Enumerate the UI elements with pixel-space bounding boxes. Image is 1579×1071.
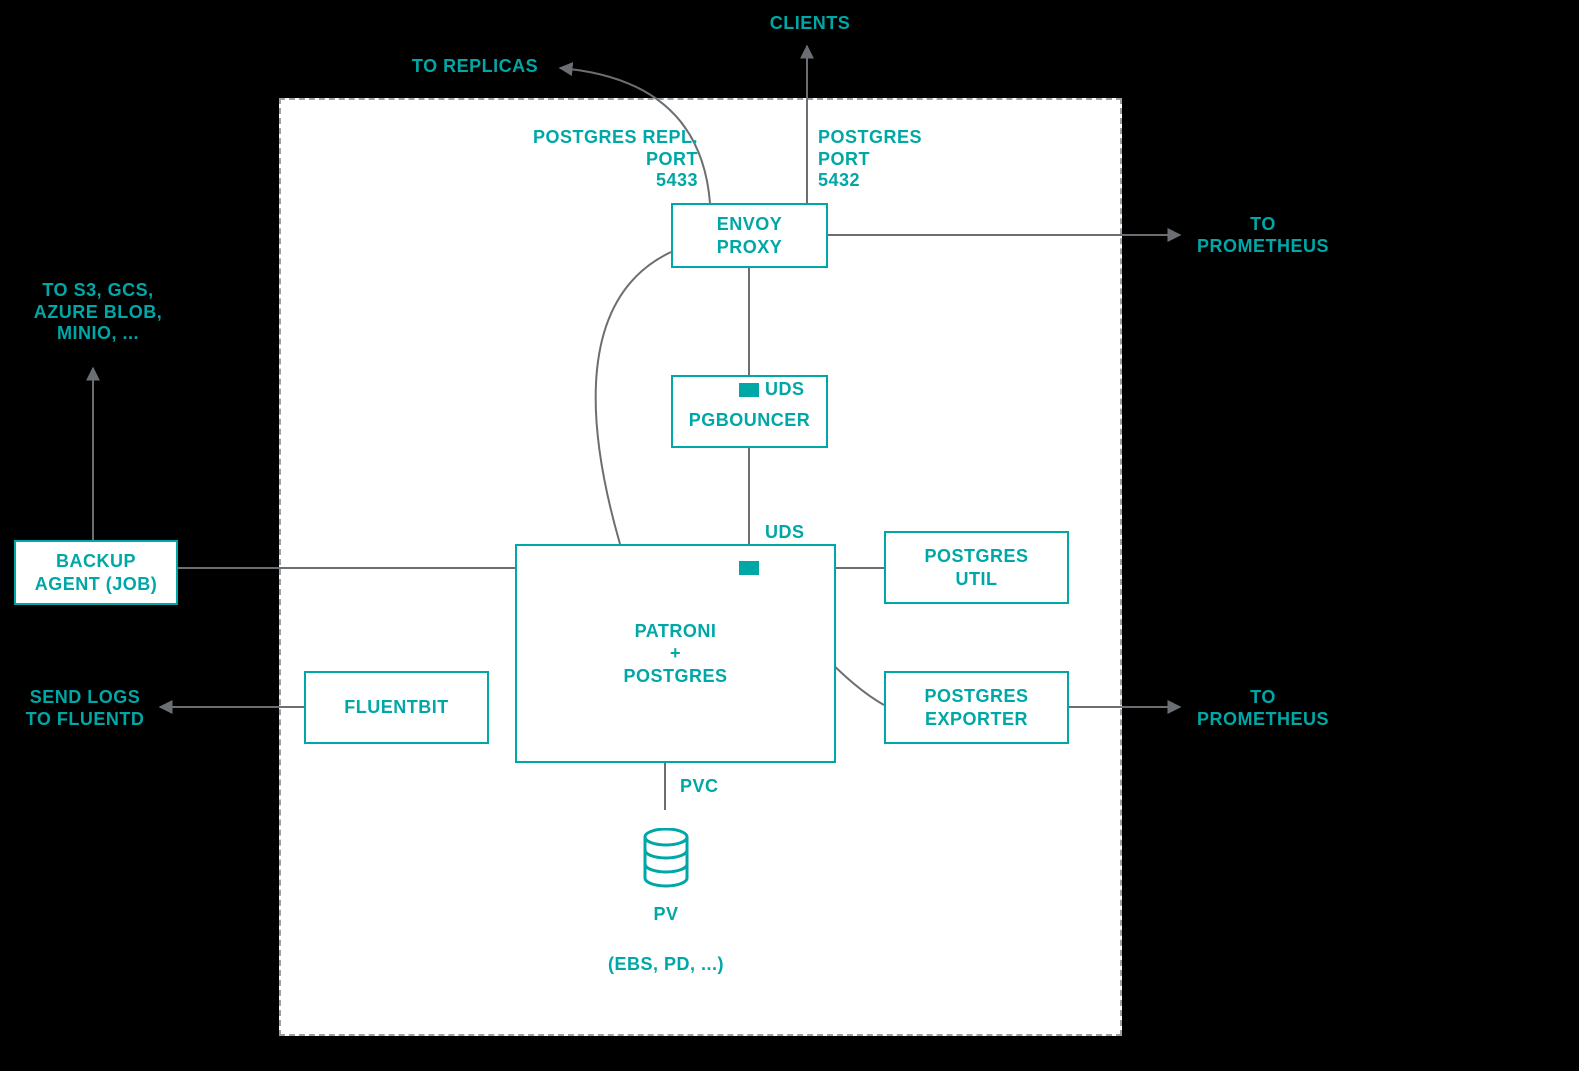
storage-cylinder-icon <box>641 828 691 888</box>
label-to-prometheus-bottom: TO PROMETHEUS <box>1193 687 1333 730</box>
uds-port-pgbouncer-icon <box>739 383 759 397</box>
label-clients: CLIENTS <box>765 13 855 35</box>
label-to-s3: TO S3, GCS, AZURE BLOB, MINIO, ... <box>28 280 168 345</box>
box-patroni-postgres: PATRONI + POSTGRES <box>515 544 836 763</box>
label-pv: PV <box>636 904 696 926</box>
label-repl-port: POSTGRES REPL. PORT 5433 <box>478 127 698 192</box>
uds-port-patroni-icon <box>739 561 759 575</box>
box-fluentbit: FLUENTBIT <box>304 671 489 744</box>
box-postgres-util: POSTGRES UTIL <box>884 531 1069 604</box>
label-to-prometheus-top: TO PROMETHEUS <box>1193 214 1333 257</box>
box-backup-agent: BACKUP AGENT (JOB) <box>14 540 178 605</box>
label-pv-note: (EBS, PD, ...) <box>596 954 736 976</box>
label-uds-pgbouncer: UDS <box>765 379 815 401</box>
label-pg-port: POSTGRES PORT 5432 <box>818 127 978 192</box>
label-send-logs: SEND LOGS TO FLUENTD <box>20 687 150 730</box>
label-to-replicas: TO REPLICAS <box>395 56 555 78</box>
box-postgres-exporter: POSTGRES EXPORTER <box>884 671 1069 744</box>
label-pvc: PVC <box>680 776 730 798</box>
box-envoy-proxy: ENVOY PROXY <box>671 203 828 268</box>
label-uds-patroni: UDS <box>765 522 815 544</box>
